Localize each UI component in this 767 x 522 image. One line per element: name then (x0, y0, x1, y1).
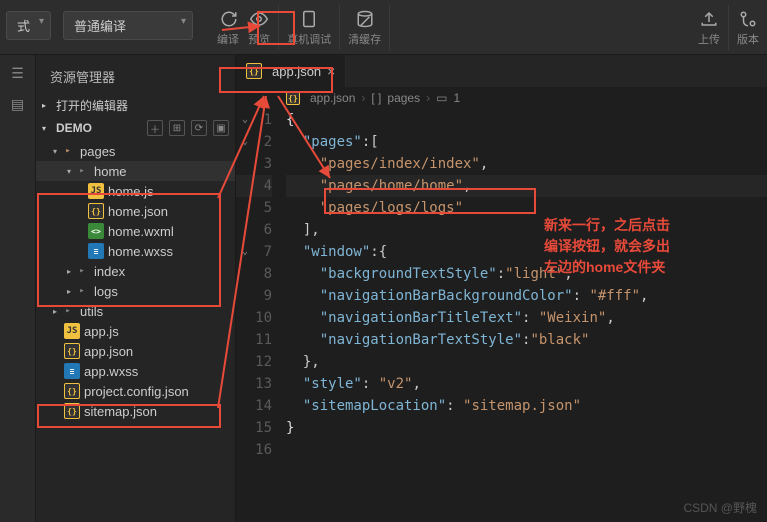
code-area[interactable]: 1⌄ 2⌄ 3456 7⌄ 8910111213141516 { "pages"… (236, 109, 767, 461)
tab-bar: {} app.json × (236, 55, 767, 87)
compile-button[interactable] (219, 9, 239, 29)
remote-debug-button[interactable] (299, 9, 319, 29)
sidebar-toggle-icon[interactable]: ▤ (11, 96, 24, 113)
toolbar: 式 普通编译 编译 预览 真机调试 清缓存 上传 (0, 0, 767, 55)
json-icon: {} (64, 403, 80, 419)
json-icon: {} (88, 203, 104, 219)
file-tree: ▸pages ▸home JShome.js {}home.json <>hom… (36, 139, 235, 423)
wxss-icon: ≡ (88, 243, 104, 259)
file-app-wxss[interactable]: ≡app.wxss (36, 361, 235, 381)
file-project-config[interactable]: {}project.config.json (36, 381, 235, 401)
new-folder-icon[interactable]: ⊞ (169, 120, 185, 136)
project-section[interactable]: ▾DEMO ＋ ⊞ ⟳ ▣ (36, 117, 235, 139)
wxss-icon: ≡ (64, 363, 80, 379)
compile-mode-dropdown[interactable]: 普通编译 (63, 11, 193, 40)
section-actions: ＋ ⊞ ⟳ ▣ (147, 120, 229, 136)
file-home-wxml[interactable]: <>home.wxml (36, 221, 235, 241)
activity-bar: ☰ ▤ (0, 55, 36, 522)
folder-pages[interactable]: ▸pages (36, 141, 235, 161)
file-app-json[interactable]: {}app.json (36, 341, 235, 361)
folder-home[interactable]: ▸home (36, 161, 235, 181)
mode-dropdown[interactable]: 式 (6, 11, 51, 40)
refresh-icon[interactable]: ⟳ (191, 120, 207, 136)
open-editors-section[interactable]: ▸打开的编辑器 (36, 94, 235, 117)
folder-utils[interactable]: ▸utils (36, 301, 235, 321)
sidebar: 资源管理器 ▸打开的编辑器 ▾DEMO ＋ ⊞ ⟳ ▣ ▸pages ▸home… (36, 55, 236, 522)
folder-icon: ▸ (74, 283, 90, 299)
sidebar-title: 资源管理器 (36, 63, 235, 94)
new-file-icon[interactable]: ＋ (147, 120, 163, 136)
code-content[interactable]: { "pages":[ "pages/index/index", "pages/… (286, 109, 767, 461)
js-icon: JS (88, 183, 104, 199)
folder-icon: ▸ (74, 263, 90, 279)
json-icon: {} (246, 63, 262, 79)
file-home-json[interactable]: {}home.json (36, 201, 235, 221)
folder-logs[interactable]: ▸logs (36, 281, 235, 301)
main: ☰ ▤ 资源管理器 ▸打开的编辑器 ▾DEMO ＋ ⊞ ⟳ ▣ ▸pages ▸… (0, 55, 767, 522)
file-home-js[interactable]: JShome.js (36, 181, 235, 201)
json-icon: {} (64, 343, 80, 359)
compile-group: 编译 预览 (209, 5, 279, 50)
menu-icon[interactable]: ☰ (11, 65, 24, 82)
file-home-wxss[interactable]: ≡home.wxss (36, 241, 235, 261)
tab-app-json[interactable]: {} app.json × (236, 55, 346, 87)
file-app-js[interactable]: JSapp.js (36, 321, 235, 341)
folder-index[interactable]: ▸index (36, 261, 235, 281)
preview-button[interactable] (249, 9, 269, 29)
watermark: CSDN @野槐 (683, 499, 757, 516)
clear-cache-button[interactable] (355, 9, 375, 29)
js-icon: JS (64, 323, 80, 339)
folder-icon: ▸ (60, 143, 76, 159)
collapse-icon[interactable]: ▣ (213, 120, 229, 136)
gutter: 1⌄ 2⌄ 3456 7⌄ 8910111213141516 (236, 109, 286, 461)
wxml-icon: <> (88, 223, 104, 239)
breadcrumb[interactable]: {} app.json› [ ]pages› ▭1 (236, 87, 767, 109)
json-icon: {} (64, 383, 80, 399)
upload-button[interactable] (699, 9, 719, 29)
folder-icon: ▸ (60, 303, 76, 319)
close-icon[interactable]: × (327, 63, 335, 79)
version-button[interactable] (738, 9, 758, 29)
folder-icon: ▸ (74, 163, 90, 179)
editor-area: {} app.json × {} app.json› [ ]pages› ▭1 … (236, 55, 767, 522)
json-icon: {} (286, 91, 300, 105)
file-sitemap[interactable]: {}sitemap.json (36, 401, 235, 421)
